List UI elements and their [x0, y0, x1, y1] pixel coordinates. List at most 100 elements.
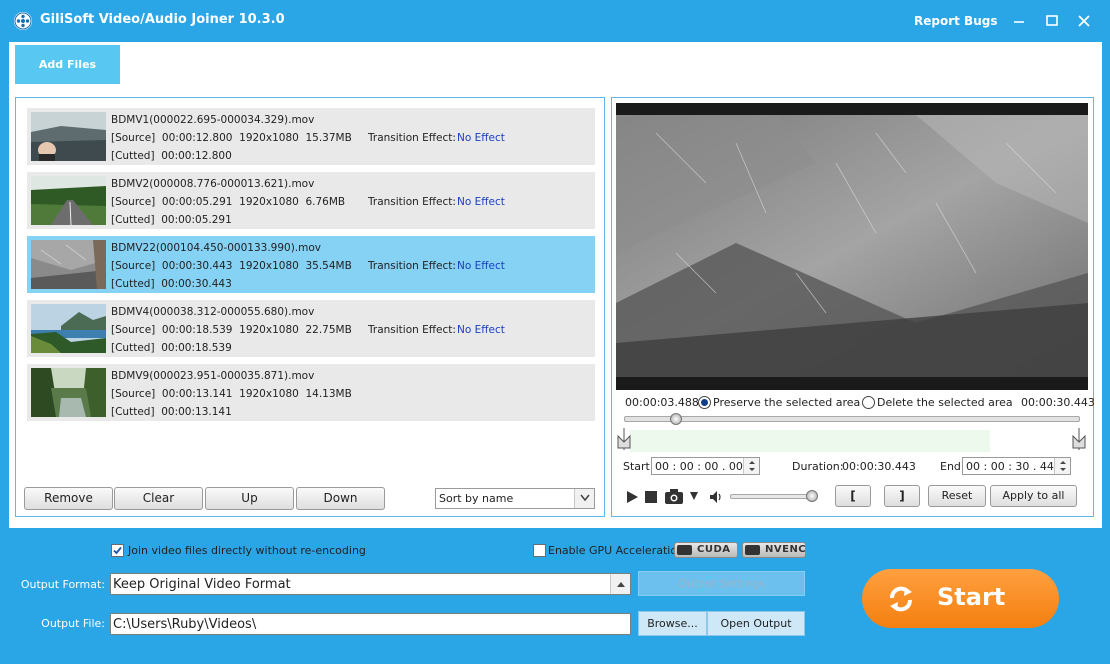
transition-effect-link[interactable]: No Effect [457, 260, 505, 272]
down-button[interactable]: Down [296, 487, 385, 510]
file-row[interactable]: BDMV9(000023.951-000035.871).mov [Source… [27, 364, 595, 421]
preserve-area-radio[interactable] [698, 396, 711, 409]
video-thumbnail [31, 304, 106, 353]
duration-value: 00:00:30.443 [842, 460, 916, 473]
total-time: 00:00:30.443 [1021, 396, 1095, 409]
transition-effect-link[interactable]: No Effect [457, 132, 505, 144]
output-format-select[interactable]: Keep Original Video Format [110, 573, 631, 595]
sort-value: Sort by name [439, 492, 514, 505]
caret-down-icon[interactable] [689, 492, 699, 500]
volume-icon[interactable] [709, 490, 723, 504]
output-format-label: Output Format: [20, 578, 105, 591]
add-files-button[interactable]: Add Files [15, 45, 120, 84]
sort-select[interactable]: Sort by name [435, 488, 595, 509]
delete-area-label: Delete the selected area [877, 396, 1013, 409]
preserve-area-label: Preserve the selected area [713, 396, 861, 409]
minimize-icon[interactable] [1010, 12, 1028, 30]
mark-in-button[interactable]: [ [835, 485, 871, 507]
nvenc-label: NVENC [765, 544, 807, 555]
transition-label: Transition Effect: [368, 196, 456, 208]
app-title: GiliSoft Video/Audio Joiner 10.3.0 [40, 12, 285, 27]
output-file-input[interactable]: C:\Users\Ruby\Videos\ [110, 613, 631, 635]
output-format-value: Keep Original Video Format [113, 577, 291, 592]
clear-button[interactable]: Clear [114, 487, 203, 510]
video-thumbnail [31, 240, 106, 289]
selected-range [630, 430, 990, 452]
start-button[interactable]: Start [862, 569, 1059, 628]
video-thumbnail [31, 176, 106, 225]
file-cutted-info: [Cutted] 00:00:30.443 [111, 278, 232, 290]
start-time-value: 00 : 00 : 00 . 000 [655, 460, 750, 473]
file-cutted-info: [Cutted] 00:00:18.539 [111, 342, 232, 354]
start-label: Start [937, 583, 1006, 611]
file-name: BDMV2(000008.776-000013.621).mov [111, 178, 315, 190]
end-marker-icon[interactable] [1072, 428, 1086, 450]
start-marker-icon[interactable] [617, 428, 631, 450]
maximize-icon[interactable] [1043, 12, 1061, 30]
remove-button[interactable]: Remove [24, 487, 113, 510]
delete-area-radio[interactable] [862, 396, 875, 409]
chevron-up-icon[interactable] [610, 574, 630, 594]
film-reel-icon [14, 12, 32, 30]
volume-slider[interactable] [730, 494, 814, 499]
gpu-acceleration-label: Enable GPU Acceleration [548, 544, 685, 557]
chevron-down-icon[interactable] [574, 489, 594, 508]
spin-arrows-icon[interactable] [1054, 458, 1070, 474]
output-file-value: C:\Users\Ruby\Videos\ [113, 617, 257, 632]
file-name: BDMV22(000104.450-000133.990).mov [111, 242, 321, 254]
apply-to-all-button[interactable]: Apply to all [990, 485, 1077, 507]
play-icon[interactable] [625, 490, 639, 504]
file-source-info: [Source] 00:00:05.291 1920x1080 6.76MB [111, 196, 346, 208]
current-time: 00:00:03.488 [625, 396, 699, 409]
mark-out-button[interactable]: ] [884, 485, 920, 507]
file-source-info: [Source] 00:00:30.443 1920x1080 35.54MB [111, 260, 352, 272]
video-preview[interactable] [616, 103, 1088, 390]
cuda-label: CUDA [697, 544, 731, 555]
nvenc-badge: NVENC [742, 542, 806, 558]
volume-handle[interactable] [806, 490, 818, 502]
file-source-info: [Source] 00:00:12.800 1920x1080 15.37MB [111, 132, 352, 144]
join-directly-label: Join video files directly without re-enc… [128, 544, 366, 557]
video-thumbnail [31, 112, 106, 161]
file-source-info: [Source] 00:00:18.539 1920x1080 22.75MB [111, 324, 352, 336]
transition-effect-link[interactable]: No Effect [457, 196, 505, 208]
transition-label: Transition Effect: [368, 260, 456, 272]
file-cutted-info: [Cutted] 00:00:05.291 [111, 214, 232, 226]
transition-effect-link[interactable]: No Effect [457, 324, 505, 336]
start-time-input[interactable]: 00 : 00 : 00 . 000 [651, 457, 760, 475]
file-row[interactable]: BDMV1(000022.695-000034.329).mov [Source… [27, 108, 595, 165]
close-icon[interactable] [1075, 12, 1093, 30]
file-name: BDMV1(000022.695-000034.329).mov [111, 114, 315, 126]
file-name: BDMV4(000038.312-000055.680).mov [111, 306, 315, 318]
start-label: Start: [623, 460, 654, 473]
file-row[interactable]: BDMV4(000038.312-000055.680).mov [Source… [27, 300, 595, 357]
nvidia-logo-icon [745, 545, 760, 555]
video-thumbnail [31, 368, 106, 417]
camera-icon[interactable] [665, 489, 683, 504]
transition-label: Transition Effect: [368, 132, 456, 144]
gpu-acceleration-checkbox[interactable] [533, 544, 546, 557]
open-output-button[interactable]: Open Output [707, 611, 805, 636]
timeline-track[interactable] [624, 416, 1080, 422]
refresh-icon [884, 582, 918, 616]
report-bugs-link[interactable]: Report Bugs [914, 14, 997, 28]
end-label: End: [940, 460, 965, 473]
end-time-value: 00 : 00 : 30 . 443 [966, 460, 1061, 473]
nvidia-logo-icon [677, 545, 692, 555]
transition-label: Transition Effect: [368, 324, 456, 336]
file-cutted-info: [Cutted] 00:00:13.141 [111, 406, 232, 418]
duration-label: Duration: [792, 460, 844, 473]
end-time-input[interactable]: 00 : 00 : 30 . 443 [962, 457, 1071, 475]
cuda-badge: CUDA [674, 542, 738, 558]
spin-arrows-icon[interactable] [743, 458, 759, 474]
up-button[interactable]: Up [205, 487, 294, 510]
reset-button[interactable]: Reset [928, 485, 986, 507]
browse-button[interactable]: Browse... [638, 611, 707, 636]
file-row-selected[interactable]: BDMV22(000104.450-000133.990).mov [Sourc… [27, 236, 595, 293]
output-settings-button[interactable]: Output Settings [638, 571, 805, 596]
file-row[interactable]: BDMV2(000008.776-000013.621).mov [Source… [27, 172, 595, 229]
stop-icon[interactable] [645, 491, 657, 503]
join-directly-checkbox[interactable] [111, 544, 124, 557]
file-source-info: [Source] 00:00:13.141 1920x1080 14.13MB [111, 388, 352, 400]
file-cutted-info: [Cutted] 00:00:12.800 [111, 150, 232, 162]
